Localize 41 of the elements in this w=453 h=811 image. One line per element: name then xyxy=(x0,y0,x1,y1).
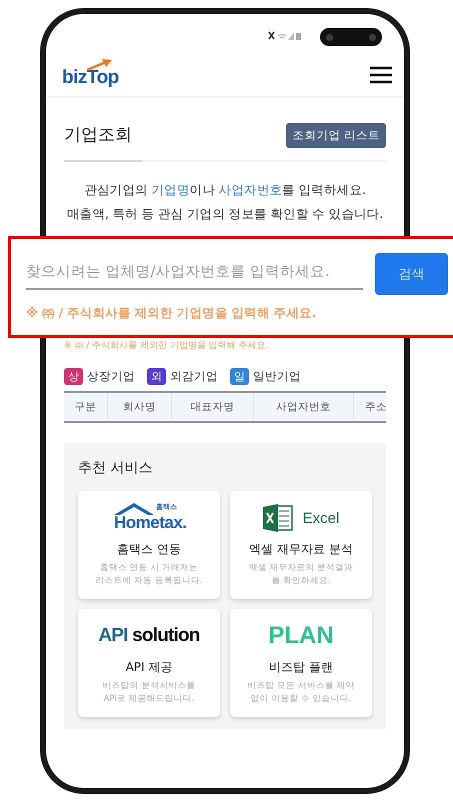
search-note: ※ ㈜ / 주식회사를 제외한 기업명을 입력해 주세요. xyxy=(64,340,270,352)
column-header: 사업자번호 xyxy=(254,393,354,421)
list-button[interactable]: 조회기업 리스트 xyxy=(286,122,386,148)
search-field[interactable]: 찾으시려는 업체명/사업자번호를 입력하세요. xyxy=(26,258,363,290)
arrow-icon xyxy=(86,59,112,71)
service-card[interactable]: API solution API 제공 비즈탑의 분석서비스를 API로 제공해드립니다. xyxy=(78,609,220,717)
column-header: 구분 xyxy=(64,393,108,421)
logo[interactable]: bizTop xyxy=(62,67,119,88)
camera-cutout xyxy=(320,28,382,46)
card-title: API 제공 xyxy=(126,659,172,676)
legend-badge: 상 xyxy=(64,368,83,385)
card-description: 비즈탑 모든 서비스를 제약 없이 이용할 수 있습니다. xyxy=(247,680,355,706)
logo-text: Hometax. xyxy=(114,513,187,533)
legend-label: 일반기업 xyxy=(253,369,301,384)
column-header: 회사명 xyxy=(108,393,172,421)
logo-text: API solution xyxy=(98,625,200,647)
logo-text: Excel xyxy=(302,510,340,526)
column-header: 주소 xyxy=(364,400,388,415)
section-title: 추천 서비스 xyxy=(78,459,154,477)
search-note: ※ ㈜ / 주식회사를 제외한 기업명을 입력해 주세요. xyxy=(26,305,318,322)
page-title: 기업조회 xyxy=(64,110,142,162)
service-card[interactable]: PLAN 비즈탑 플랜 비즈탑 모든 서비스를 제약 없이 이용할 수 있습니다. xyxy=(230,609,372,717)
legend-badge: 일 xyxy=(230,368,249,385)
card-description: 홈택스 연동 시 거래처는 리스트에 자동 등록됩니다. xyxy=(95,562,203,588)
card-title: 비즈탑 플랜 xyxy=(269,659,333,676)
card-title: 홈택스 연동 xyxy=(117,541,181,558)
legend-badge: 외 xyxy=(147,368,166,385)
legend-label: 외감기업 xyxy=(170,369,218,384)
menu-icon[interactable] xyxy=(370,66,392,84)
status-icons xyxy=(268,31,302,41)
spreadsheet-icon xyxy=(262,504,293,532)
column-header: 대표자명 xyxy=(172,393,254,421)
card-description: 비즈탑의 분석서비스를 API로 제공해드립니다. xyxy=(102,680,196,706)
intro-text: 관심기업의 기업명이나 사업자번호를 입력하세요. xyxy=(83,181,367,199)
service-card[interactable]: Excel 엑셀 재무자료 분석 엑셀 재무자료의 분석결과 를 확인하세요. xyxy=(230,491,372,599)
card-description: 엑셀 재무자료의 분석결과 를 확인하세요. xyxy=(248,562,354,588)
logo-text: PLAN xyxy=(268,622,334,650)
intro-text: 매출액, 특허 등 관심 기업의 정보를 확인할 수 있습니다. xyxy=(66,205,384,223)
house-icon xyxy=(112,502,156,516)
card-title: 엑셀 재무자료 분석 xyxy=(249,541,353,558)
legend-label: 상장기업 xyxy=(87,369,135,384)
